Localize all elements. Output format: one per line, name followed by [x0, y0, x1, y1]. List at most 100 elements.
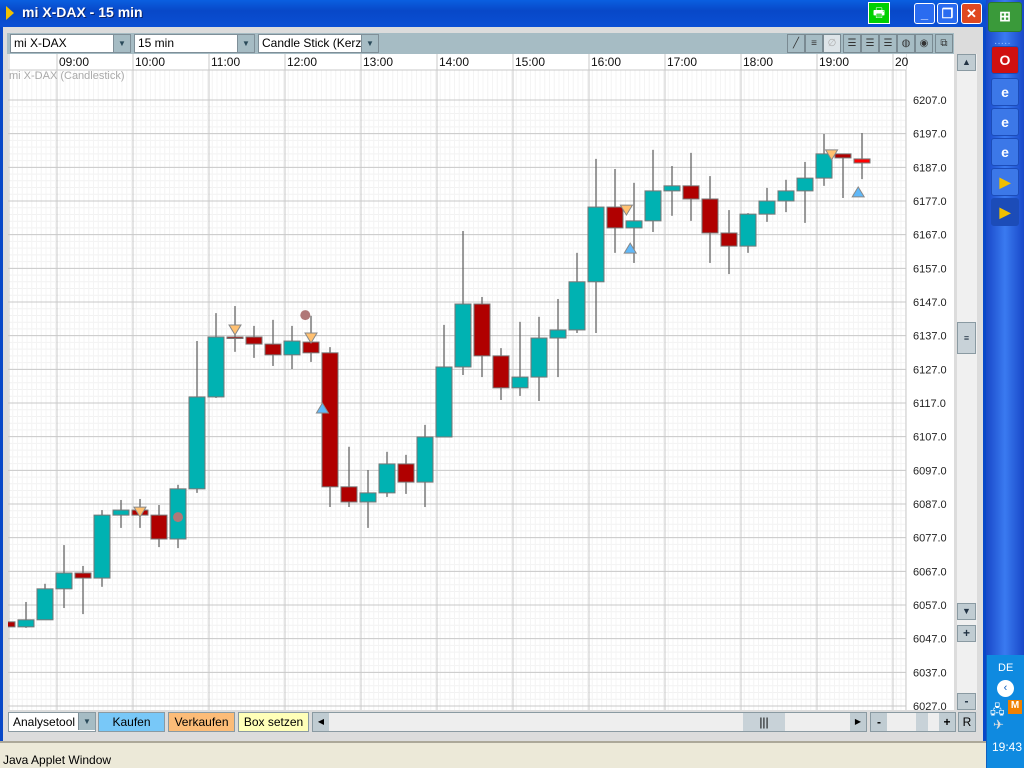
candle-down — [853, 158, 871, 164]
price-tick-label: 6187.0 — [913, 162, 947, 174]
buy-button[interactable]: Kaufen — [98, 712, 165, 732]
satellite-icon[interactable]: ✈ — [993, 717, 1004, 733]
price-tick-label: 6117.0 — [913, 398, 946, 410]
grid-style-2-icon[interactable]: ☰ — [861, 34, 879, 53]
instrument-value: mi X-DAX — [14, 36, 67, 50]
internet-explorer-icon[interactable]: e — [991, 138, 1019, 166]
price-tick-label: 6107.0 — [913, 432, 947, 444]
delete-drawing-icon[interactable]: ∅ — [823, 34, 841, 53]
internet-explorer-icon[interactable]: e — [991, 108, 1019, 136]
candle-up — [454, 303, 472, 368]
scroll-thumb[interactable]: ≡ — [957, 322, 976, 354]
grid-style-1-icon[interactable]: ☰ — [843, 34, 861, 53]
time-zoom-minus[interactable]: - — [871, 713, 887, 731]
price-tick-label: 6057.0 — [913, 600, 947, 612]
candle-up — [188, 396, 206, 490]
price-tick-label: 6147.0 — [913, 297, 947, 309]
candle-down — [397, 463, 415, 483]
candle-up — [796, 177, 814, 192]
time-tick-label: 19:00 — [819, 55, 849, 69]
time-zoom-control[interactable]: - + — [870, 712, 956, 732]
detach-window-icon[interactable]: ⧉ — [935, 34, 953, 53]
candle-up — [283, 340, 301, 356]
price-tick-label: 6067.0 — [913, 566, 947, 578]
time-zoom-thumb[interactable] — [916, 713, 928, 731]
time-tick-label: 09:00 — [59, 55, 89, 69]
instrument-select[interactable]: mi X-DAX ▼ — [10, 34, 131, 53]
time-tick-label: 17:00 — [667, 55, 697, 69]
candle-up — [112, 509, 130, 516]
reset-button[interactable]: R — [958, 712, 976, 732]
tray-expand-icon[interactable]: ‹ — [997, 680, 1014, 697]
zoom-minus-button[interactable]: - — [957, 693, 976, 710]
horizontal-scrollbar[interactable]: ◀ ||| ▶ — [312, 712, 867, 732]
box-set-button[interactable]: Box setzen — [238, 712, 309, 732]
price-tick-label: 6047.0 — [913, 634, 947, 646]
time-tick-label: 10:00 — [135, 55, 165, 69]
candle-up — [739, 213, 757, 247]
time-tick-label: 18:00 — [743, 55, 773, 69]
candlestick-chart[interactable]: 6207.0 6197.0 6187.0 6177.0 6167.0 6157.0 6147… — [8, 54, 954, 710]
zoom-out-icon[interactable]: ◉ — [915, 34, 933, 53]
circle-marker — [300, 310, 311, 321]
vertical-scrollbar[interactable]: ▲ ≡ ▼ + - — [957, 54, 977, 710]
chevron-down-icon: ▼ — [237, 35, 254, 52]
candle-up — [378, 463, 396, 494]
system-tray: DE ‹ 🖧 M ✈ 19:43 — [986, 655, 1024, 768]
scroll-left-button[interactable]: ◀ — [313, 713, 329, 731]
price-tick-label: 6157.0 — [913, 263, 947, 275]
candle-up — [55, 572, 73, 590]
candle-down — [264, 343, 282, 356]
chart-label: mi X-DAX (Candlestick) — [9, 70, 125, 82]
draw-line-icon[interactable]: ╱ — [787, 34, 805, 53]
horizontal-lines-icon[interactable]: ≡ — [805, 34, 823, 53]
grid-style-3-icon[interactable]: ☰ — [879, 34, 897, 53]
vodafone-icon[interactable]: O — [991, 46, 1019, 74]
price-tick-label: 6127.0 — [913, 364, 947, 376]
candle-up — [549, 329, 567, 339]
start-button[interactable]: ⊞ — [988, 2, 1022, 32]
candle-up — [663, 185, 681, 192]
sell-button[interactable]: Verkaufen — [168, 712, 235, 732]
candle-up — [587, 206, 605, 283]
scroll-up-button[interactable]: ▲ — [957, 54, 976, 71]
analysis-tool-select[interactable]: Analysetool ▼ — [8, 712, 96, 732]
minimize-button[interactable]: _ — [914, 3, 935, 24]
restore-button[interactable]: ❐ — [937, 3, 958, 24]
candle-down — [226, 336, 244, 340]
price-tick-label: 6077.0 — [913, 533, 947, 545]
scroll-right-button[interactable]: ▶ — [850, 713, 866, 731]
candle-up — [777, 190, 795, 202]
time-tick-label: 16:00 — [591, 55, 621, 69]
zoom-in-icon[interactable]: ◍ — [897, 34, 915, 53]
m-app-icon[interactable]: M — [1008, 700, 1022, 714]
candle-up — [93, 514, 111, 579]
chart-type-select[interactable]: Candle Stick (Kerzen ▼ — [258, 34, 379, 53]
internet-explorer-icon[interactable]: e — [991, 78, 1019, 106]
time-tick-label: 20 — [895, 55, 909, 69]
app-arrow-active-icon[interactable]: ▶ — [991, 198, 1019, 226]
status-bar: Java Applet Window — [0, 741, 986, 768]
analysis-tool-value: Analysetool — [13, 715, 76, 729]
chevron-down-icon: ▼ — [78, 713, 95, 730]
close-button[interactable]: ✕ — [961, 3, 982, 24]
candle-down — [834, 153, 852, 159]
print-icon[interactable]: 🖶 — [868, 2, 890, 24]
price-tick-label: 6207.0 — [913, 95, 947, 107]
time-tick-label: 14:00 — [439, 55, 469, 69]
candle-down — [701, 198, 719, 234]
scroll-down-button[interactable]: ▼ — [957, 603, 976, 620]
zoom-plus-button[interactable]: + — [957, 625, 976, 642]
candle-up — [625, 220, 643, 229]
chevron-down-icon: ▼ — [361, 35, 378, 52]
horizontal-scroll-thumb[interactable]: ||| — [743, 713, 785, 731]
time-zoom-plus[interactable]: + — [939, 713, 955, 731]
title-bar: mi X-DAX - 15 min 🖶 _ ❐ ✕ — [0, 0, 986, 27]
language-indicator[interactable]: DE — [998, 662, 1013, 674]
interval-select[interactable]: 15 min ▼ — [134, 34, 255, 53]
candle-down — [74, 572, 92, 579]
app-arrow-icon[interactable]: ▶ — [991, 168, 1019, 196]
candle-down — [340, 486, 358, 503]
candle-down — [8, 621, 16, 628]
price-tick-label: 6177.0 — [913, 196, 947, 208]
